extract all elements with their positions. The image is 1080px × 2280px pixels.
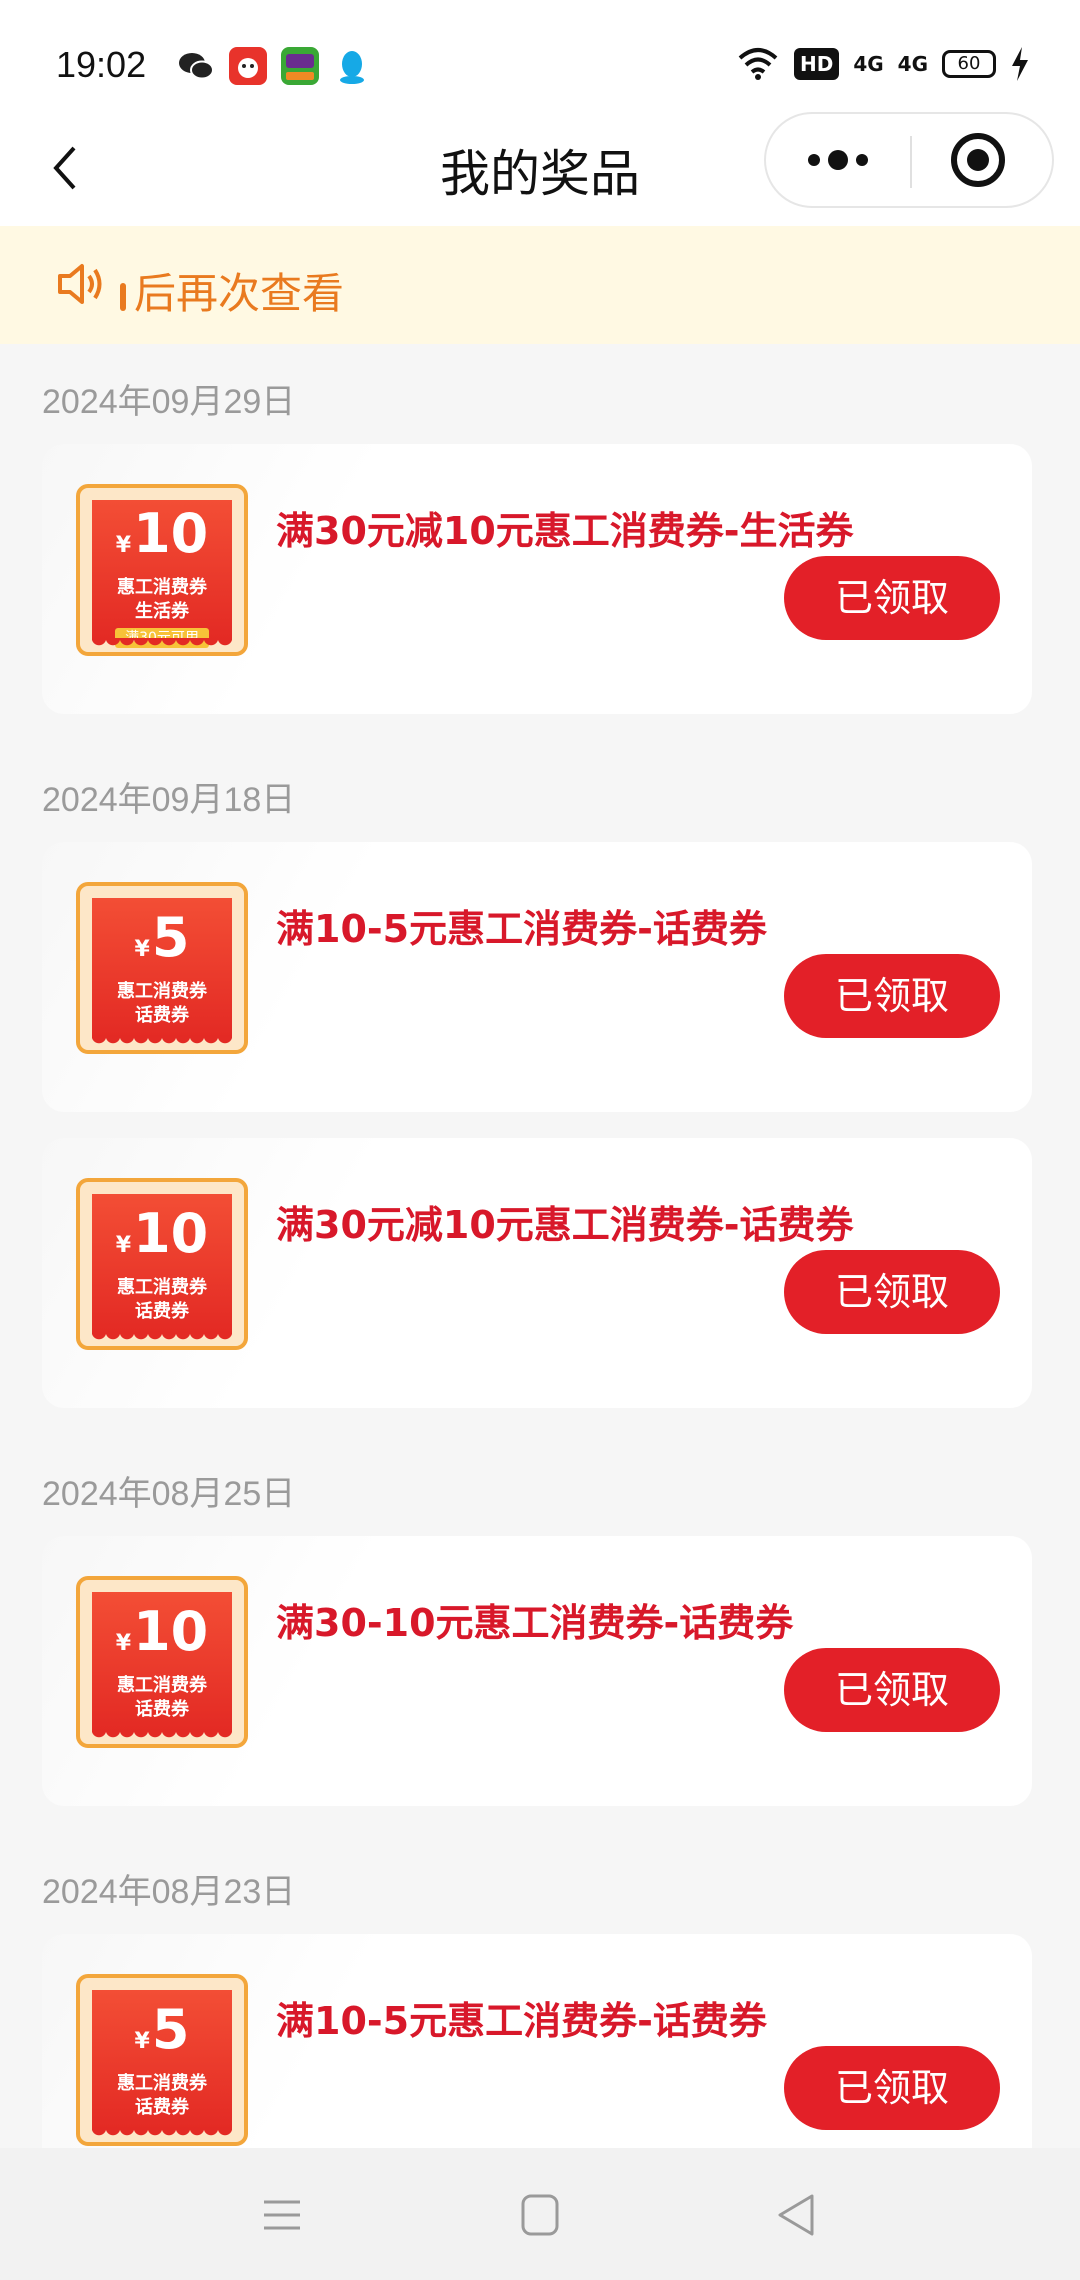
more-dots-icon: [808, 150, 868, 170]
app-green-icon: [281, 47, 319, 85]
claimed-button[interactable]: 已领取: [784, 556, 1000, 640]
coupon-amount: 10: [133, 1600, 209, 1663]
coupon-type: 话费券: [135, 2097, 189, 2118]
more-button[interactable]: [766, 114, 910, 206]
prize-card: ¥10 惠工消费券 话费券 满30元减10元惠工消费券-话费券 已领取: [42, 1138, 1032, 1408]
notice-bar: 后再次查看: [0, 226, 1080, 344]
prize-card: ¥5 惠工消费券 话费券 满10-5元惠工消费券-话费券 已领取: [42, 842, 1032, 1112]
coupon-type: 话费券: [135, 1005, 189, 1026]
prize-card: ¥10 惠工消费券 生活券 满30元可用 满30元减10元惠工消费券-生活券 已…: [42, 444, 1032, 714]
date-header: 2024年09月29日: [42, 383, 296, 421]
system-nav-bar: [0, 2148, 1080, 2280]
coupon-image: ¥10 惠工消费券 话费券: [76, 1576, 248, 1748]
target-circle-icon: [951, 133, 1005, 187]
signal-4g-1: 4G: [853, 52, 884, 76]
coupon-amount: 10: [133, 1202, 209, 1265]
coupon-label: 惠工消费券: [117, 577, 207, 598]
prize-name: 满30元减10元惠工消费券-生活券: [276, 509, 854, 553]
prize-card: ¥5 惠工消费券 话费券 满10-5元惠工消费券-话费券 已领取: [42, 1934, 1032, 2148]
wifi-icon: [738, 48, 778, 80]
square-icon: [521, 2194, 559, 2236]
date-header: 2024年08月25日: [42, 1475, 296, 1513]
wechat-icon: [179, 53, 214, 80]
hd-badge: HD: [793, 48, 840, 80]
date-header: 2024年09月18日: [42, 781, 296, 819]
coupon-amount: 5: [151, 906, 190, 969]
coupon-amount: 5: [151, 1998, 190, 2061]
currency-symbol: ¥: [134, 937, 150, 962]
coupon-type: 话费券: [135, 1301, 189, 1322]
currency-symbol: ¥: [115, 1233, 132, 1258]
prize-list[interactable]: 2024年09月29日 ¥10 惠工消费券 生活券 满30元可用 满30元减10…: [0, 344, 1080, 2148]
triangle-back-icon: [778, 2194, 814, 2236]
menu-lines-icon: [264, 2200, 300, 2230]
claimed-button[interactable]: 已领取: [784, 2046, 1000, 2130]
currency-symbol: ¥: [115, 533, 132, 558]
coupon-type: 生活券: [135, 601, 189, 622]
miniprogram-capsule: [764, 112, 1054, 208]
prize-name: 满10-5元惠工消费券-话费券: [276, 1999, 767, 2043]
coupon-label: 惠工消费券: [117, 1675, 207, 1696]
coupon-label: 惠工消费券: [117, 2073, 207, 2094]
nav-bar: 我的奖品: [0, 110, 1080, 226]
qq-icon: [340, 51, 364, 84]
coupon-image: ¥10 惠工消费券 生活券 满30元可用: [76, 484, 248, 656]
coupon-type: 话费券: [135, 1699, 189, 1720]
claimed-button[interactable]: 已领取: [784, 1648, 1000, 1732]
signal-4g-2: 4G: [897, 52, 928, 76]
status-indicators: HD 4G 4G 60: [736, 46, 1030, 82]
charging-icon: [1012, 47, 1028, 81]
claimed-button[interactable]: 已领取: [784, 954, 1000, 1038]
battery-indicator: 60: [942, 50, 996, 78]
speaker-icon: [58, 264, 102, 304]
coupon-amount: 10: [133, 502, 209, 565]
app-red-dog-icon: [229, 47, 267, 85]
claimed-button[interactable]: 已领取: [784, 1250, 1000, 1334]
currency-symbol: ¥: [134, 2029, 150, 2054]
home-button[interactable]: [510, 2190, 570, 2240]
status-app-icons: [176, 46, 372, 86]
coupon-label: 惠工消费券: [117, 981, 207, 1002]
prize-name: 满10-5元惠工消费券-话费券: [276, 907, 767, 951]
status-time: 19:02: [56, 44, 147, 85]
coupon-image: ¥10 惠工消费券 话费券: [76, 1178, 248, 1350]
coupon-label: 惠工消费券: [117, 1277, 207, 1298]
menu-button[interactable]: [252, 2190, 312, 2240]
prize-name: 满30-10元惠工消费券-话费券: [276, 1601, 794, 1645]
coupon-condition-tag: 满30元可用: [115, 628, 209, 648]
prize-name: 满30元减10元惠工消费券-话费券: [276, 1203, 854, 1247]
date-header: 2024年08月23日: [42, 1873, 296, 1911]
coupon-image: ¥5 惠工消费券 话费券: [76, 882, 248, 1054]
prize-card: ¥10 惠工消费券 话费券 满30-10元惠工消费券-话费券 已领取: [42, 1536, 1032, 1806]
currency-symbol: ¥: [115, 1631, 132, 1656]
back-nav-button[interactable]: [766, 2190, 826, 2240]
notice-text: 后再次查看: [120, 260, 344, 321]
coupon-image: ¥5 惠工消费券 话费券: [76, 1974, 248, 2146]
close-miniprogram-button[interactable]: [908, 114, 1052, 206]
